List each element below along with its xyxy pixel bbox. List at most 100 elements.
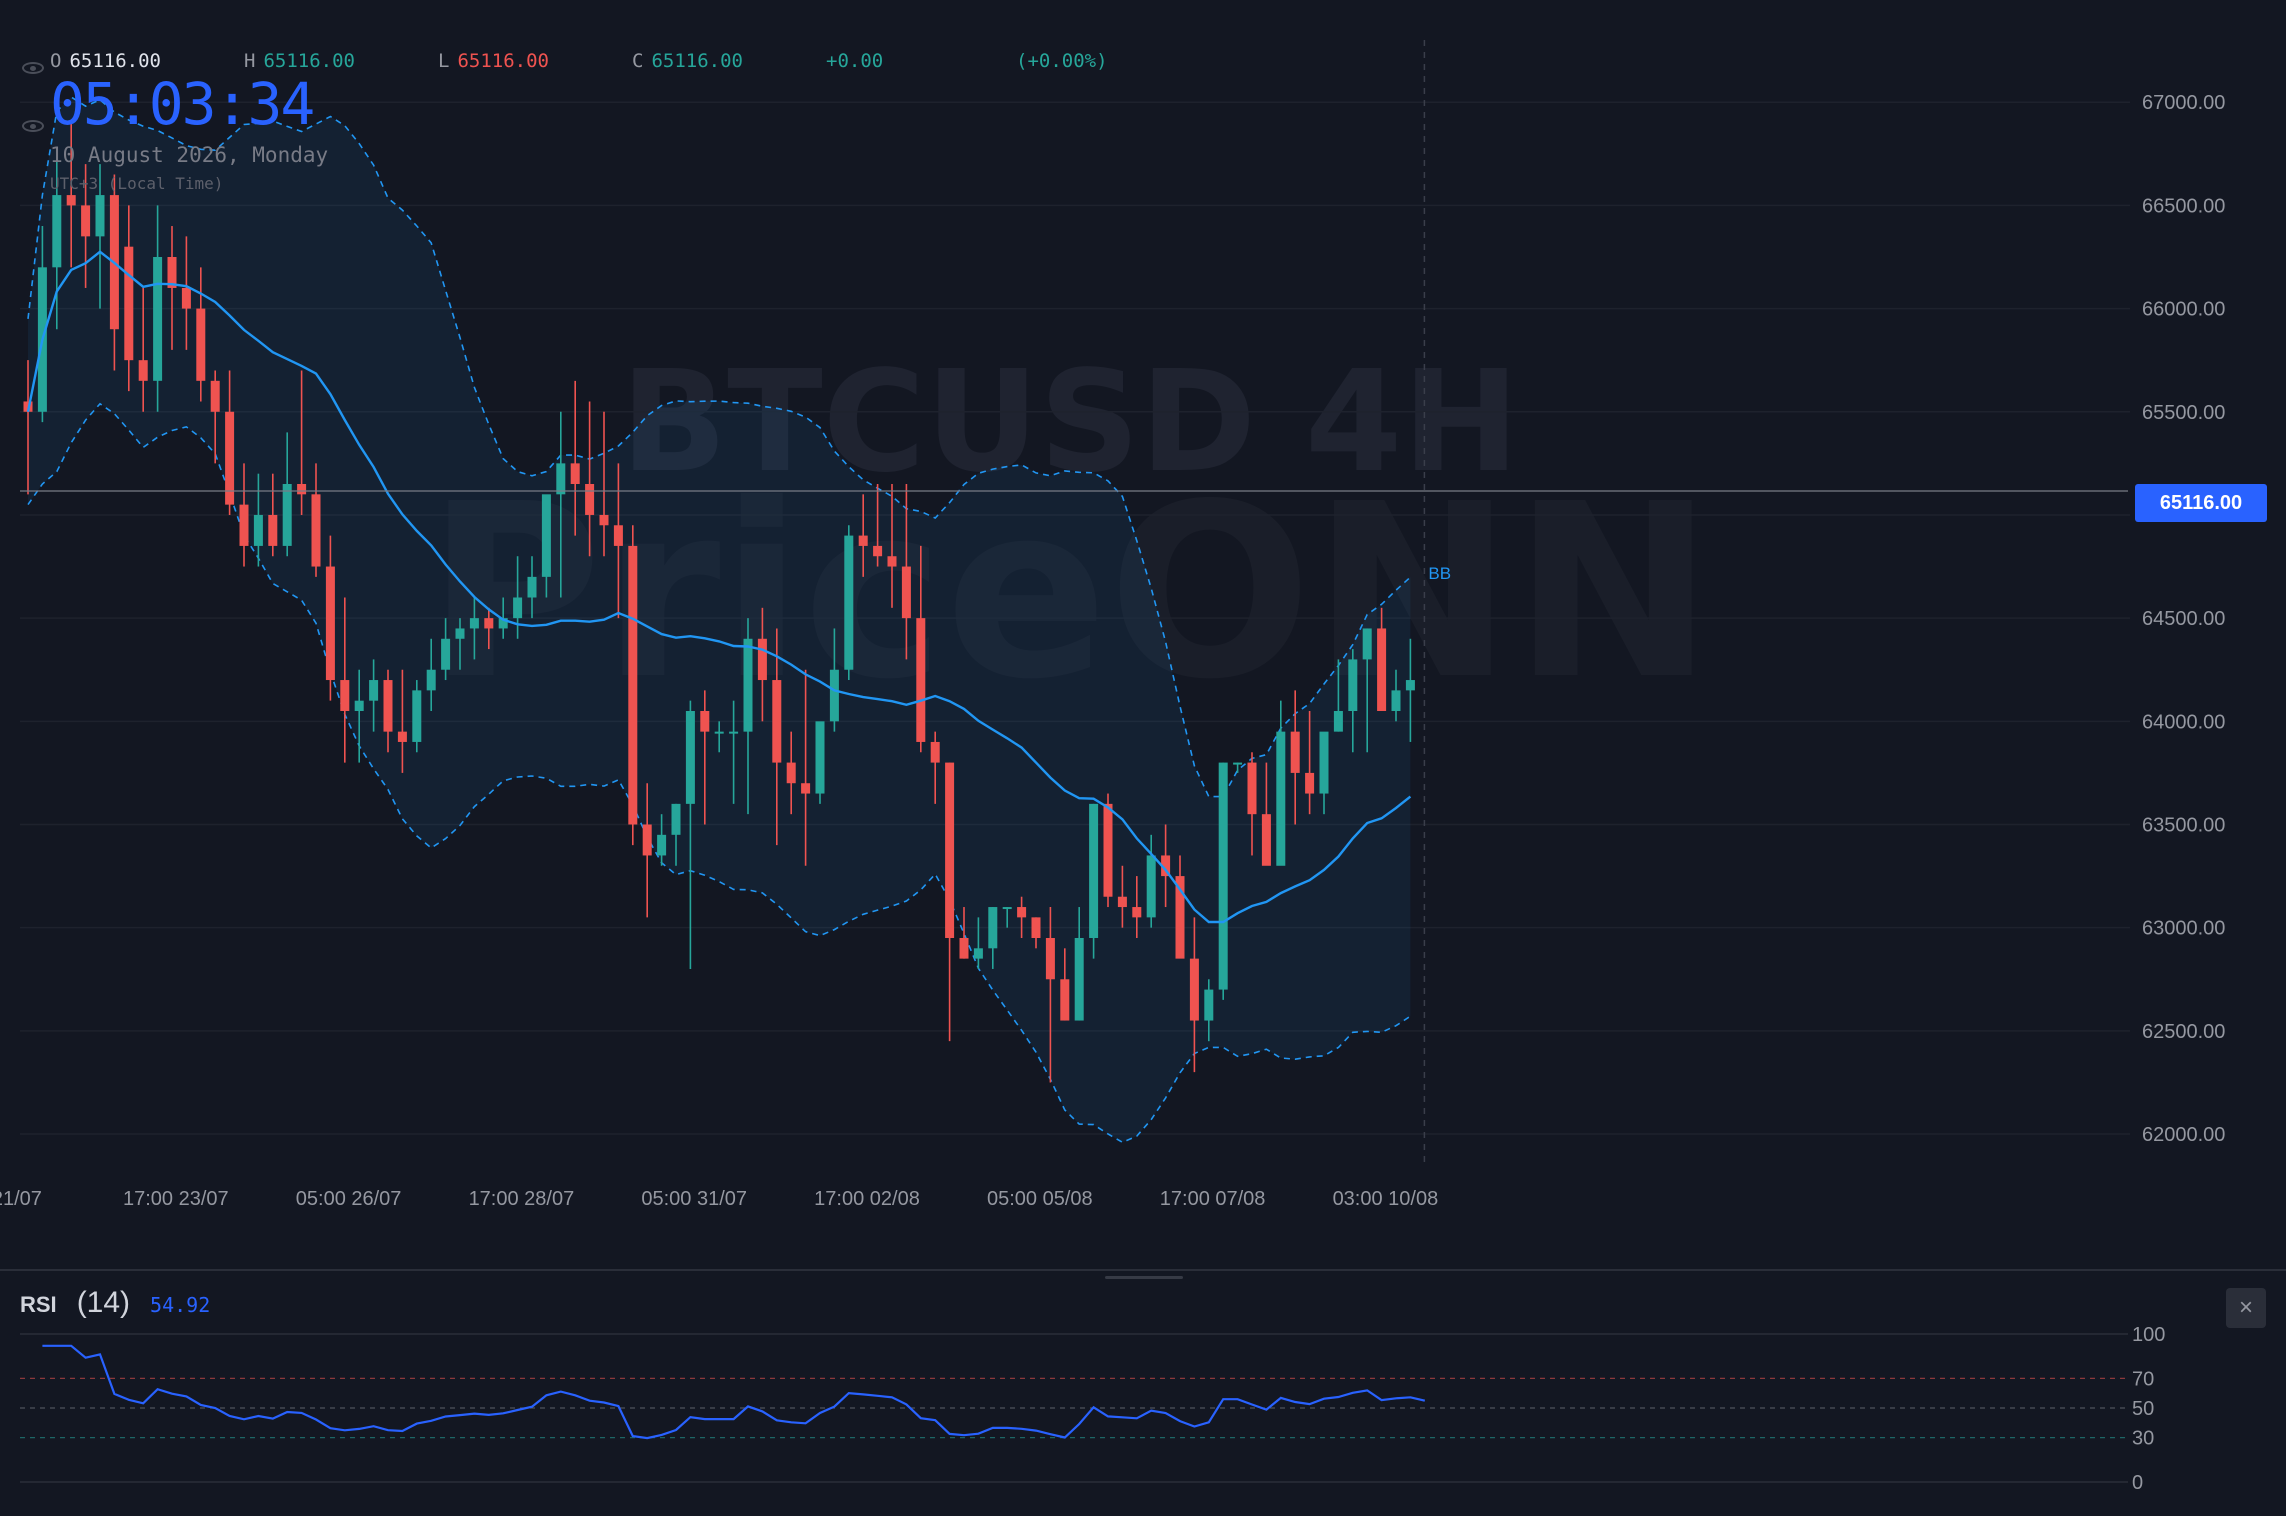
candle-body xyxy=(887,556,897,567)
x-axis-tick-label: 17:00 28/07 xyxy=(469,1188,575,1210)
x-axis-tick-label: 05:00 05/08 xyxy=(987,1188,1093,1210)
candle-body xyxy=(66,195,76,206)
candle-body xyxy=(671,803,681,835)
candle-body xyxy=(541,494,551,577)
x-axis-tick-label: 05:00 26/07 xyxy=(296,1188,402,1210)
x-axis-tick-label: 17:00 02/08 xyxy=(814,1188,920,1210)
candle-body xyxy=(484,618,494,629)
candle xyxy=(412,680,422,753)
x-axis-tick-label: 00 21/07 xyxy=(0,1188,42,1210)
candle-body xyxy=(1146,855,1156,918)
candle-body xyxy=(729,731,739,734)
candle-body xyxy=(1017,907,1027,918)
candle-body xyxy=(599,514,609,526)
candle-body xyxy=(124,246,134,361)
y-axis-tick-label: 62500.00 xyxy=(2142,1021,2225,1043)
candle-body xyxy=(930,741,940,763)
candle-body xyxy=(426,669,436,691)
candle-body xyxy=(873,545,883,557)
candle-body xyxy=(1132,907,1142,918)
candle-body xyxy=(354,700,364,711)
candle-body xyxy=(1103,803,1113,897)
x-axis-tick-label: 17:00 23/07 xyxy=(123,1188,229,1210)
ohlc-change: +0.00 xyxy=(826,50,884,72)
visibility-eye-icon[interactable] xyxy=(22,62,44,74)
rsi-chart[interactable]: 0 30 50 70 100 xyxy=(0,1300,2286,1516)
ohlc-low: L 65116.00 xyxy=(438,50,549,72)
candle-body xyxy=(253,514,263,546)
candle-body xyxy=(1089,803,1099,938)
candle-body xyxy=(527,576,537,598)
candle-body xyxy=(282,484,292,546)
candle-body xyxy=(1305,772,1315,794)
candle-body xyxy=(412,690,422,742)
candle-body xyxy=(1348,659,1358,711)
candle-body xyxy=(772,680,782,763)
candle-body xyxy=(1261,814,1271,866)
pane-divider[interactable] xyxy=(0,1269,2286,1271)
candle-body xyxy=(959,938,969,959)
candle-body xyxy=(801,783,811,794)
clock-timezone: UTC+3 (Local Time) xyxy=(50,174,224,193)
y-axis-tick-label: 64500.00 xyxy=(2142,608,2225,630)
candle-body xyxy=(1117,896,1127,908)
candle-body xyxy=(1405,680,1415,691)
candle-body xyxy=(685,711,695,804)
candle-body xyxy=(95,195,105,237)
ohlc-high: H 65116.00 xyxy=(244,50,355,72)
candle xyxy=(628,525,638,846)
candle-body xyxy=(700,711,710,732)
candle-body xyxy=(1276,731,1286,866)
candle-body xyxy=(81,205,91,237)
candle-body xyxy=(196,308,206,381)
candle-body xyxy=(1290,731,1300,773)
y-axis-tick-label: 66000.00 xyxy=(2142,299,2225,321)
candle xyxy=(945,762,955,1042)
candle-body xyxy=(1002,907,1012,910)
candle-body xyxy=(268,514,278,546)
candle-body xyxy=(901,566,911,619)
candle xyxy=(1218,762,1228,1000)
rsi-tick-label: 30 xyxy=(2132,1428,2154,1450)
x-axis-tick-label: 17:00 07/08 xyxy=(1160,1188,1266,1210)
candle-body xyxy=(311,494,321,567)
candle-body xyxy=(743,638,753,732)
candle-body xyxy=(613,525,623,546)
candle-body xyxy=(1362,628,1372,660)
y-axis-tick-label: 63000.00 xyxy=(2142,918,2225,940)
candle-body xyxy=(239,504,249,546)
candle-body xyxy=(340,680,350,711)
candle-body xyxy=(786,762,796,784)
candle-body xyxy=(297,484,307,495)
candle-body xyxy=(642,824,652,856)
candle-body xyxy=(455,628,465,639)
candle xyxy=(844,525,854,681)
candle-body xyxy=(858,535,868,546)
pane-resize-handle[interactable] xyxy=(1105,1276,1183,1279)
candle-body xyxy=(844,535,854,670)
rsi-tick-label: 50 xyxy=(2132,1398,2154,1420)
candle-body xyxy=(138,360,148,381)
candle-body xyxy=(1189,958,1199,1021)
rsi-tick-label: 100 xyxy=(2132,1324,2165,1346)
candle-body xyxy=(1233,762,1243,765)
candle-body xyxy=(916,618,926,742)
y-axis-tick-label: 64000.00 xyxy=(2142,711,2225,733)
candle-body xyxy=(1204,989,1214,1021)
candle-body xyxy=(1247,762,1257,815)
price-chart[interactable]: BTCUSD 4HPriceONN62000.0062500.0063000.0… xyxy=(0,0,2286,1250)
candle-body xyxy=(369,680,379,701)
candle-body xyxy=(441,638,451,670)
candle-body xyxy=(1319,731,1329,794)
candle-body xyxy=(1333,711,1343,732)
y-axis-tick-label: 63500.00 xyxy=(2142,815,2225,837)
candle-body xyxy=(153,257,163,381)
visibility-eye-icon[interactable] xyxy=(22,120,44,132)
rsi-tick-label: 0 xyxy=(2132,1472,2143,1494)
candle-body xyxy=(1218,762,1228,990)
candle xyxy=(815,721,825,804)
candle-body xyxy=(570,463,580,484)
candle-body xyxy=(714,731,724,734)
candle-body xyxy=(657,834,667,856)
candle-body xyxy=(1060,979,1070,1021)
